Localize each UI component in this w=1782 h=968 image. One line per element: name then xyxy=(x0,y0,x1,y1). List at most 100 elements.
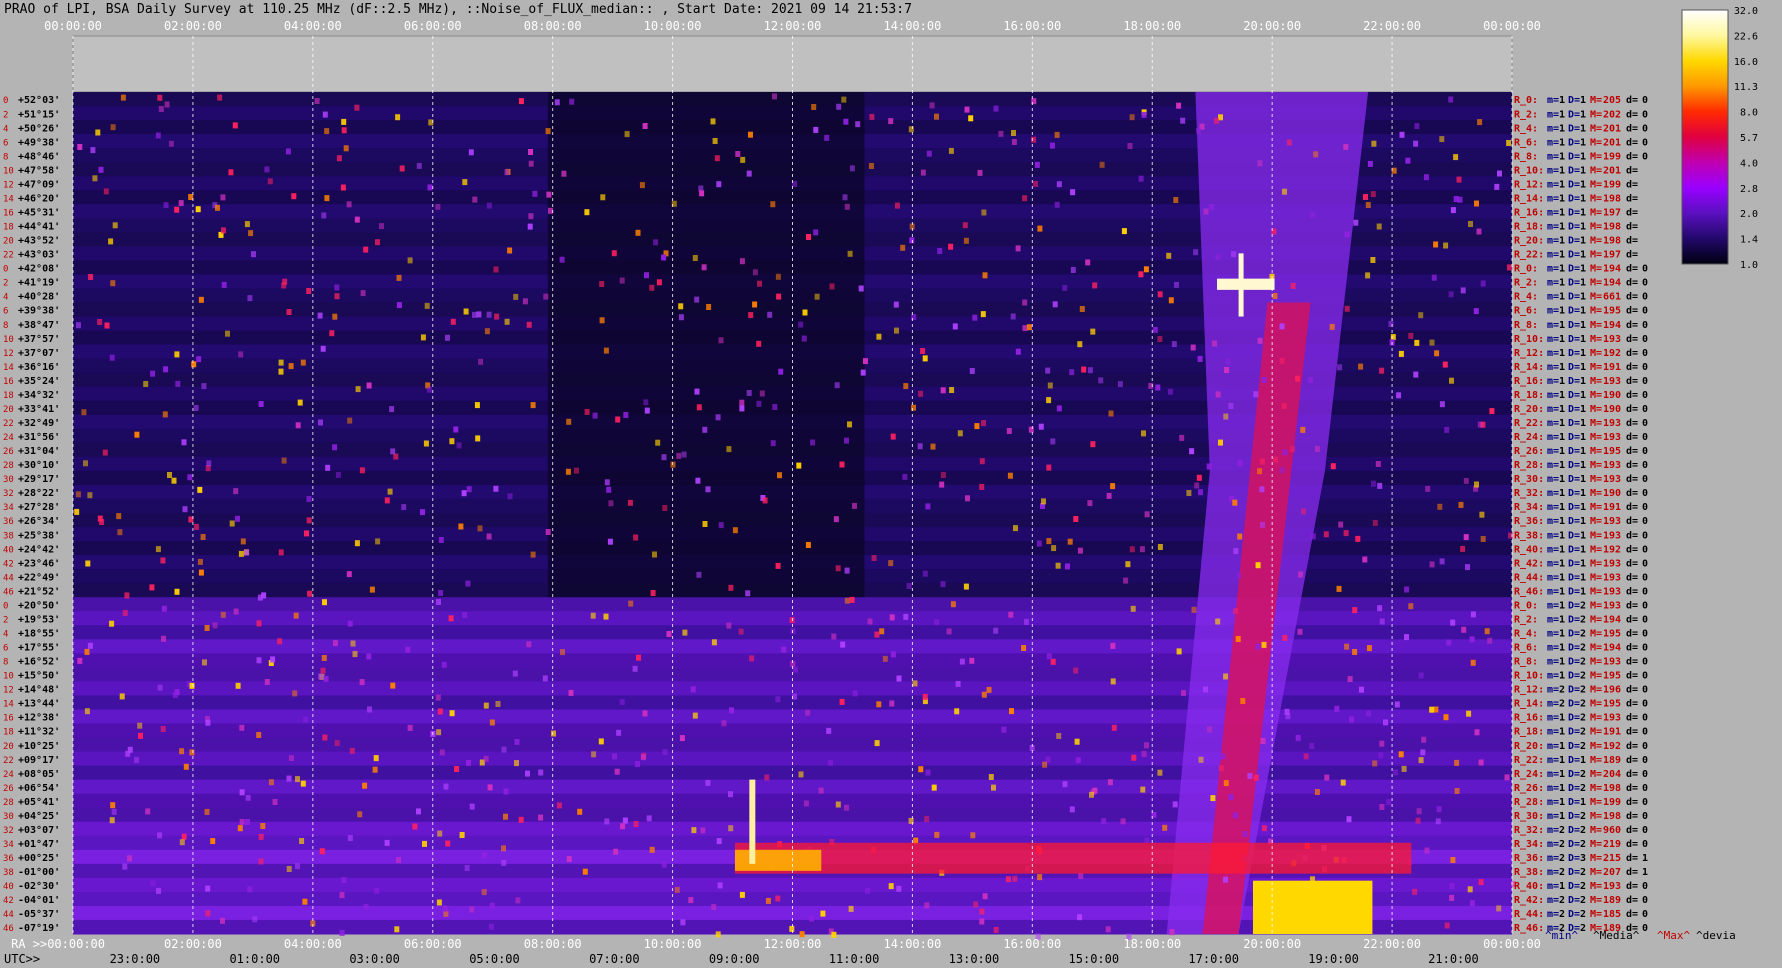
dec-row-index: 36 xyxy=(3,854,14,864)
noise-speck xyxy=(1295,375,1301,382)
noise-speck xyxy=(715,414,721,421)
survey-heatmap-chart: 00:00:00 02:00:00 04:00:00 06:00:00 08:00:00… xyxy=(3,6,1758,966)
row-stat-m: 2 xyxy=(1559,909,1565,920)
dec-row-index: 4 xyxy=(3,629,8,639)
noise-speck xyxy=(889,614,895,621)
noise-speck xyxy=(792,666,798,673)
row-stat-m: 1 xyxy=(1559,671,1565,682)
noise-speck xyxy=(149,584,155,591)
x-tick-ra: 12:00:00 xyxy=(764,937,822,951)
noise-speck xyxy=(514,760,519,767)
x-tick-top: 20:00:00 xyxy=(1243,19,1301,33)
dec-label: +00°25' xyxy=(18,853,60,864)
noise-speck xyxy=(752,301,758,308)
noise-speck xyxy=(1090,441,1096,448)
noise-speck xyxy=(749,655,755,662)
noise-speck xyxy=(384,497,390,504)
row-stat-m: 1 xyxy=(1559,264,1565,275)
row-stat-M: 195 xyxy=(1603,306,1621,317)
row-stat-D: 1 xyxy=(1580,376,1586,387)
row-stat-M-key: M= xyxy=(1590,909,1602,920)
row-stat-d: 0 xyxy=(1642,376,1648,387)
noise-speck xyxy=(858,285,864,292)
noise-speck xyxy=(623,412,629,418)
noise-speck xyxy=(324,128,330,135)
row-stat-D: 1 xyxy=(1580,516,1586,527)
noise-speck xyxy=(1439,136,1445,143)
row-stat-m: 1 xyxy=(1559,727,1565,738)
noise-speck xyxy=(456,442,462,449)
row-stat-m: 1 xyxy=(1559,418,1565,429)
noise-speck xyxy=(1399,131,1405,138)
x-tick-ra: 16:00:00 xyxy=(1003,937,1061,951)
row-stat-M-key: M= xyxy=(1590,278,1602,289)
row-stat-m: 1 xyxy=(1559,179,1565,190)
noise-speck xyxy=(619,699,625,705)
noise-speck xyxy=(1398,751,1404,758)
row-stat-M-key: M= xyxy=(1590,207,1602,218)
noise-speck xyxy=(888,560,894,567)
noise-speck xyxy=(611,250,617,257)
noise-speck xyxy=(635,229,641,236)
dec-row-index: 34 xyxy=(3,840,14,850)
noise-speck xyxy=(229,520,235,527)
dec-row-index: 14 xyxy=(3,700,14,710)
row-stat-M: 201 xyxy=(1603,165,1621,176)
noise-speck xyxy=(1067,538,1073,545)
noise-speck xyxy=(387,488,393,495)
noise-speck xyxy=(642,710,648,717)
noise-speck xyxy=(728,791,733,798)
noise-speck xyxy=(212,622,218,629)
noise-speck xyxy=(228,169,234,176)
row-stat-D: 1 xyxy=(1580,488,1586,499)
row-stat-M: 201 xyxy=(1603,123,1621,134)
noise-speck xyxy=(1314,446,1320,452)
noise-speck xyxy=(1046,653,1052,660)
noise-speck xyxy=(183,763,189,770)
noise-speck xyxy=(1218,439,1223,446)
row-stat-D: 1 xyxy=(1580,151,1586,162)
row-stat-D: 2 xyxy=(1580,741,1586,752)
row-stat-D-key: D= xyxy=(1568,853,1580,864)
noise-speck xyxy=(77,657,83,664)
noise-speck xyxy=(1365,272,1371,279)
row-stat-d-key: d= xyxy=(1626,839,1638,850)
noise-speck xyxy=(189,682,195,689)
noise-speck xyxy=(405,646,411,653)
dec-row-index: 2 xyxy=(3,279,8,289)
row-stat-m: 2 xyxy=(1559,685,1565,696)
noise-speck xyxy=(454,766,460,772)
row-stat-name: R_20: xyxy=(1514,236,1544,247)
noise-speck xyxy=(261,592,267,599)
dec-label: +03°07' xyxy=(18,825,60,836)
row-stat-m-key: m= xyxy=(1547,362,1559,373)
noise-speck xyxy=(98,166,104,173)
noise-speck xyxy=(515,897,521,904)
row-stat-D: 2 xyxy=(1580,643,1586,654)
noise-speck xyxy=(1138,175,1144,182)
noise-speck xyxy=(221,281,227,288)
row-stat-name: R_18: xyxy=(1514,727,1544,738)
noise-speck xyxy=(1366,710,1371,717)
noise-speck xyxy=(501,859,507,866)
noise-speck xyxy=(95,129,101,136)
colorbar-tick: 32.0 xyxy=(1734,6,1758,17)
dec-row-index: 24 xyxy=(3,770,14,780)
noise-speck xyxy=(1022,299,1028,306)
noise-speck xyxy=(1442,361,1448,368)
dec-row-index: 18 xyxy=(3,391,14,401)
noise-speck xyxy=(302,898,308,905)
row-stat-m-key: m= xyxy=(1547,137,1559,148)
noise-speck xyxy=(662,505,668,511)
row-stat-name: R_14: xyxy=(1514,362,1544,373)
noise-speck xyxy=(347,620,353,627)
noise-speck xyxy=(465,580,471,587)
noise-speck xyxy=(1408,603,1414,610)
row-stat-d: 0 xyxy=(1642,881,1648,892)
noise-speck xyxy=(767,311,773,318)
noise-speck xyxy=(1487,637,1493,644)
dec-row-index: 26 xyxy=(3,784,14,794)
noise-speck xyxy=(307,590,313,597)
dec-row-index: 42 xyxy=(3,896,14,906)
row-stat-name: R_36: xyxy=(1514,516,1544,527)
